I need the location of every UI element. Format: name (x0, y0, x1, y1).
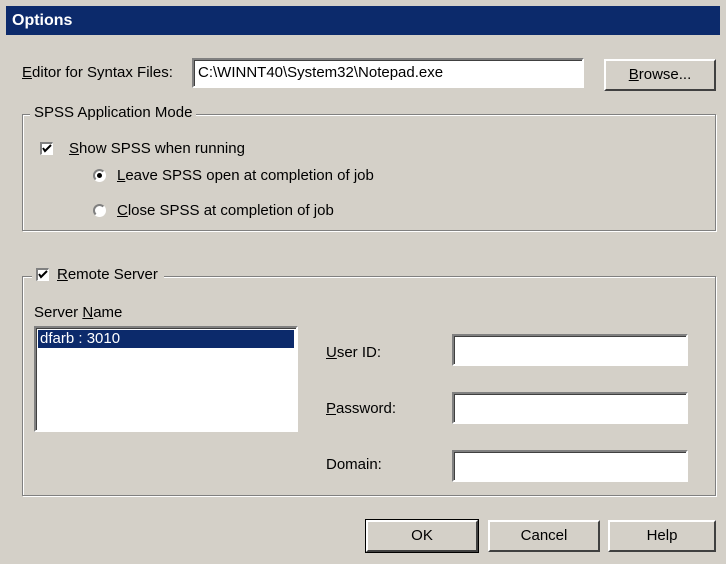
remote-server-checkbox[interactable] (36, 268, 49, 281)
password-input[interactable] (452, 392, 688, 424)
window-title: Options (12, 12, 73, 29)
options-dialog: Options Editor for Syntax Files: C:\WINN… (0, 0, 726, 564)
close-label[interactable]: Close SPSS at completion of job (117, 202, 334, 219)
ok-button[interactable]: OK (365, 519, 479, 553)
checkmark-icon (42, 144, 52, 153)
userid-label: User ID: (326, 344, 382, 361)
server-name-label: Server Name (34, 304, 123, 321)
checkmark-icon (38, 270, 48, 279)
radio-dot-icon (97, 173, 102, 178)
help-button[interactable]: Help (608, 520, 716, 552)
password-label: Password: (326, 400, 397, 417)
show-spss-checkbox[interactable] (40, 142, 53, 155)
close-radio[interactable] (93, 204, 106, 217)
userid-input[interactable] (452, 334, 688, 366)
remote-server-legend[interactable]: Remote Server (32, 266, 164, 283)
leave-open-radio[interactable] (93, 169, 106, 182)
show-spss-label[interactable]: Show SPSS when running (69, 140, 245, 157)
app-mode-legend: SPSS Application Mode (30, 104, 197, 121)
leave-open-label[interactable]: Leave SPSS open at completion of job (117, 167, 374, 184)
editor-label: Editor for Syntax Files: (22, 64, 173, 81)
domain-input[interactable] (452, 450, 688, 482)
editor-path-field[interactable]: C:\WINNT40\System32\Notepad.exe (192, 58, 584, 88)
cancel-button[interactable]: Cancel (488, 520, 600, 552)
server-listbox[interactable]: dfarb : 3010 (34, 326, 298, 432)
title-bar: Options (6, 6, 720, 35)
domain-label: Domain: (326, 456, 382, 473)
browse-button[interactable]: Browse... (604, 59, 716, 91)
server-list-item[interactable]: dfarb : 3010 (38, 330, 294, 348)
